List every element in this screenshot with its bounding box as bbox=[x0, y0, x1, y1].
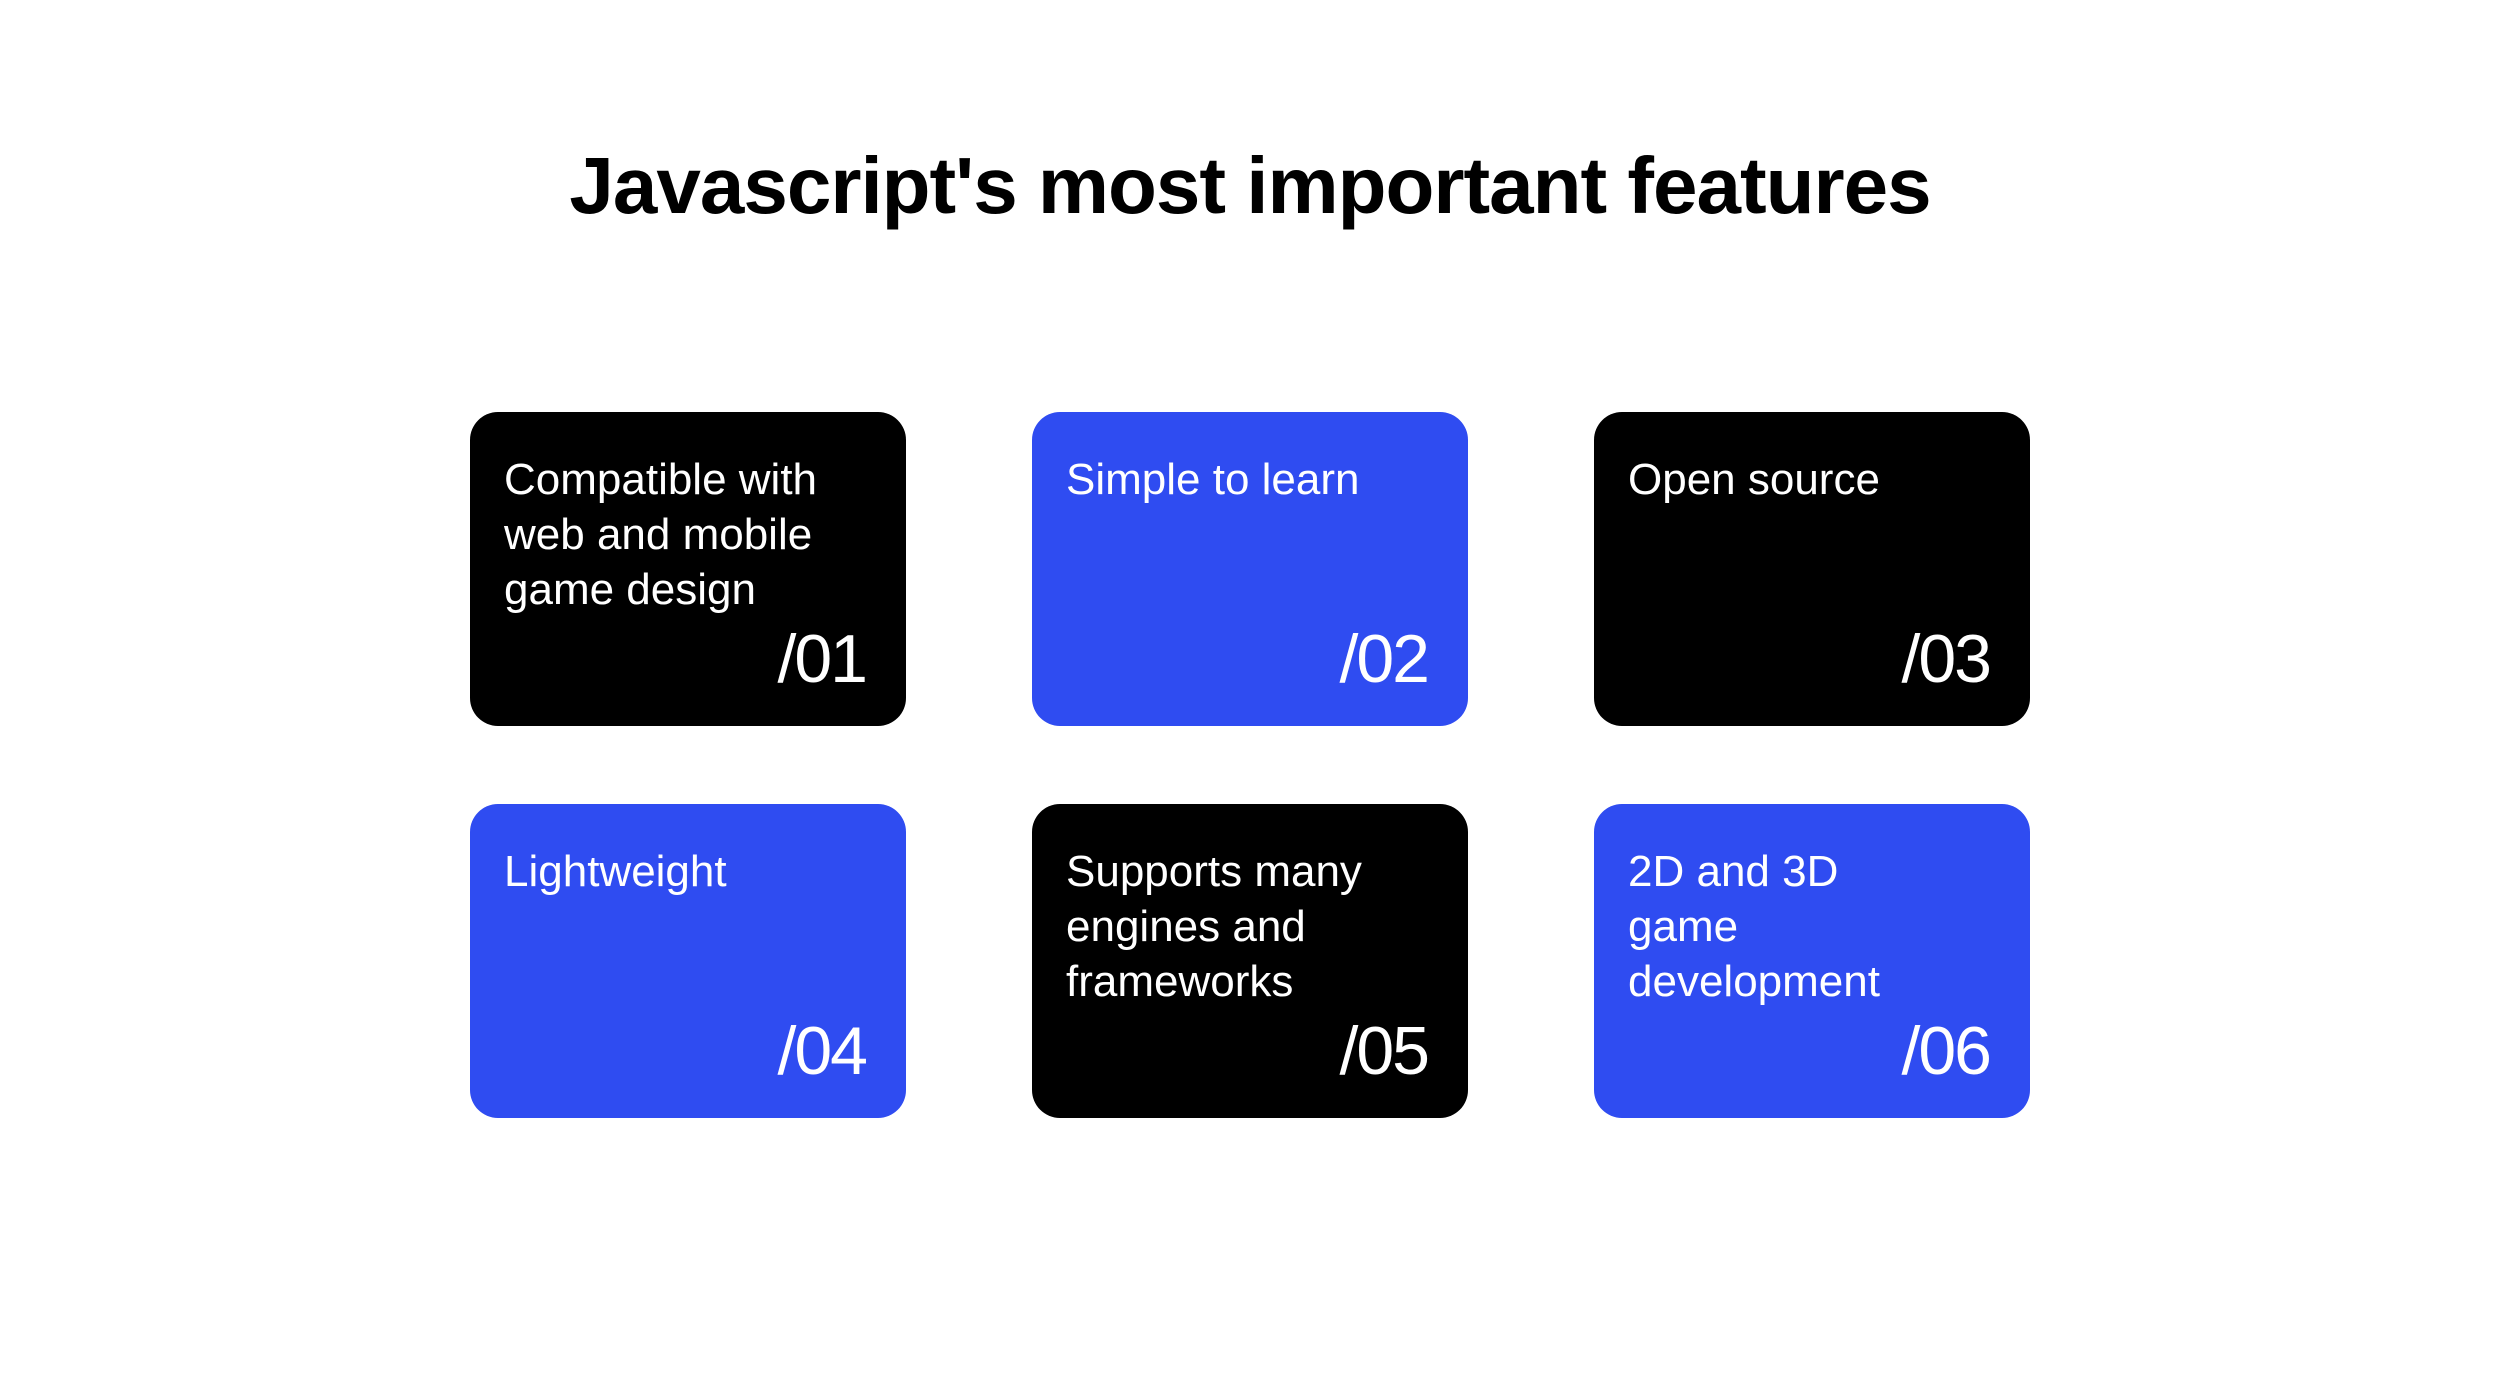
feature-card-03: Open source /03 bbox=[1594, 412, 2030, 726]
page-title: Javascript's most important features bbox=[569, 140, 1930, 232]
card-text: 2D and 3D game development bbox=[1628, 844, 1958, 1009]
card-text: Lightweight bbox=[504, 844, 834, 899]
card-number: /03 bbox=[1901, 620, 1990, 698]
card-number: /04 bbox=[777, 1012, 866, 1090]
feature-card-04: Lightweight /04 bbox=[470, 804, 906, 1118]
feature-card-02: Simple to learn /02 bbox=[1032, 412, 1468, 726]
cards-grid: Compatible with web and mobile game desi… bbox=[470, 412, 2030, 1118]
card-number: /02 bbox=[1339, 620, 1428, 698]
card-text: Open source bbox=[1628, 452, 1958, 507]
card-text: Simple to learn bbox=[1066, 452, 1396, 507]
card-number: /05 bbox=[1339, 1012, 1428, 1090]
feature-card-06: 2D and 3D game development /06 bbox=[1594, 804, 2030, 1118]
card-number: /06 bbox=[1901, 1012, 1990, 1090]
card-text: Supports many engines and frameworks bbox=[1066, 844, 1396, 1009]
feature-card-05: Supports many engines and frameworks /05 bbox=[1032, 804, 1468, 1118]
card-number: /01 bbox=[777, 620, 866, 698]
feature-card-01: Compatible with web and mobile game desi… bbox=[470, 412, 906, 726]
card-text: Compatible with web and mobile game desi… bbox=[504, 452, 834, 617]
